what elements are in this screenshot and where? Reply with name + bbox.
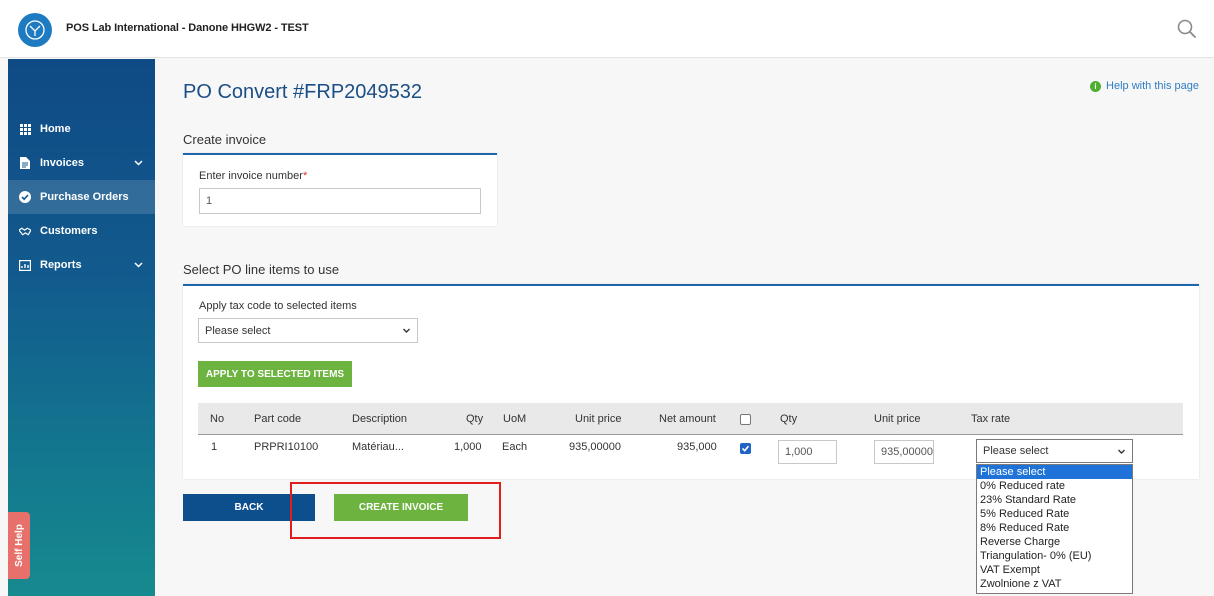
document-icon [19, 157, 31, 169]
tax-rate-option[interactable]: 8% Reduced Rate [977, 521, 1132, 535]
tax-rate-dropdown-list: Please select 0% Reduced rate 23% Standa… [976, 464, 1133, 594]
help-link-label: Help with this page [1106, 80, 1199, 92]
row-qty-input[interactable]: 1,000 [778, 440, 837, 464]
invoice-number-input[interactable]: 1 [199, 188, 481, 214]
help-link[interactable]: i Help with this page [1090, 80, 1199, 92]
app-logo[interactable] [18, 13, 52, 47]
tax-code-label: Apply tax code to selected items [199, 300, 357, 312]
report-icon [19, 259, 31, 271]
sidebar-item-label: Purchase Orders [40, 191, 129, 203]
column-header-net-amount[interactable]: Net amount [659, 413, 716, 425]
cell-net-amount: 935,000 [677, 441, 717, 453]
tax-code-select-value: Please select [205, 324, 271, 337]
sidebar-item-label: Customers [40, 225, 98, 237]
row-tax-rate-select-value: Please select [983, 445, 1049, 457]
sidebar-item-customers[interactable]: Customers [8, 214, 155, 248]
invoice-number-label-text: Enter invoice number [199, 170, 303, 182]
info-icon: i [1090, 80, 1102, 92]
column-header-unit-price[interactable]: Unit price [575, 413, 621, 425]
cell-uom: Each [502, 441, 528, 453]
row-qty-input-value: 1,000 [785, 446, 813, 458]
apply-to-selected-button[interactable]: APPLY TO SELECTED ITEMS [198, 361, 352, 387]
column-header-unit-price-input[interactable]: Unit price [874, 413, 920, 425]
page-title: PO Convert #FRP2049532 [183, 81, 423, 103]
tax-rate-option[interactable]: VAT Exempt [977, 563, 1132, 577]
tax-rate-option[interactable]: Please select [977, 465, 1132, 479]
column-header-qty-input[interactable]: Qty [780, 413, 797, 425]
tax-rate-option[interactable]: Zwolnione z VAT [977, 577, 1132, 591]
logo-icon [25, 20, 45, 40]
sidebar-item-reports[interactable]: Reports [8, 248, 155, 282]
row-tax-rate-select[interactable]: Please select [976, 439, 1133, 463]
select-all-checkbox[interactable] [740, 414, 751, 425]
sidebar-item-label: Home [40, 123, 71, 135]
self-help-label: Self Help [13, 524, 25, 567]
row-unit-price-input-value: 935,00000 [881, 446, 933, 458]
tax-rate-option[interactable]: Triangulation- 0% (EU) [977, 549, 1132, 563]
app-title: POS Lab International - Danone HHGW2 - T… [66, 22, 309, 34]
sidebar-item-home[interactable]: Home [8, 112, 155, 146]
sidebar: Home Invoices Purchase Orders Customers … [8, 59, 155, 596]
sidebar-item-label: Reports [40, 259, 82, 271]
cell-qty: 1,000 [454, 441, 482, 453]
line-items-heading: Select PO line items to use [183, 262, 340, 277]
column-header-tax-rate[interactable]: Tax rate [971, 413, 1010, 425]
column-header-uom[interactable]: UoM [503, 413, 526, 425]
checkmark-icon [741, 445, 750, 452]
column-header-no[interactable]: No [210, 413, 224, 425]
cell-unit-price: 935,00000 [569, 441, 621, 453]
self-help-tab[interactable]: Self Help [8, 512, 30, 579]
tax-code-select[interactable]: Please select [198, 318, 418, 343]
create-invoice-card: Enter invoice number* 1 [183, 153, 497, 226]
row-checkbox[interactable] [740, 443, 751, 454]
column-header-qty[interactable]: Qty [466, 413, 483, 425]
handshake-icon [19, 225, 31, 237]
row-unit-price-input[interactable]: 935,00000 [874, 440, 934, 464]
sidebar-item-purchase-orders[interactable]: Purchase Orders [8, 180, 155, 214]
grid-icon [19, 123, 31, 135]
top-bar: POS Lab International - Danone HHGW2 - T… [0, 0, 1214, 58]
invoice-number-label: Enter invoice number* [199, 170, 307, 182]
tax-rate-option[interactable]: 23% Standard Rate [977, 493, 1132, 507]
tax-rate-option[interactable]: 5% Reduced Rate [977, 507, 1132, 521]
chevron-down-icon [134, 160, 143, 166]
cell-part-code: PRPRI10100 [254, 441, 319, 453]
chevron-down-icon [134, 262, 143, 268]
search-icon[interactable] [1176, 18, 1198, 40]
check-circle-icon [19, 191, 31, 203]
tax-rate-option[interactable]: 0% Reduced rate [977, 479, 1132, 493]
column-header-part-code[interactable]: Part code [254, 413, 301, 425]
sidebar-item-label: Invoices [40, 157, 85, 169]
chevron-down-icon [1118, 449, 1125, 454]
tax-rate-option[interactable]: Reverse Charge [977, 535, 1132, 549]
cell-no: 1 [211, 441, 218, 453]
sidebar-item-invoices[interactable]: Invoices [8, 146, 155, 180]
chevron-down-icon [403, 328, 410, 333]
required-mark: * [302, 170, 308, 182]
table-header: No Part code Description Qty UoM Unit pr… [198, 403, 1183, 435]
column-header-description[interactable]: Description [352, 413, 407, 425]
create-invoice-heading: Create invoice [183, 132, 267, 147]
highlight-box [290, 482, 501, 539]
invoice-number-value: 1 [206, 195, 213, 207]
cell-description: Matériau... [352, 441, 404, 453]
